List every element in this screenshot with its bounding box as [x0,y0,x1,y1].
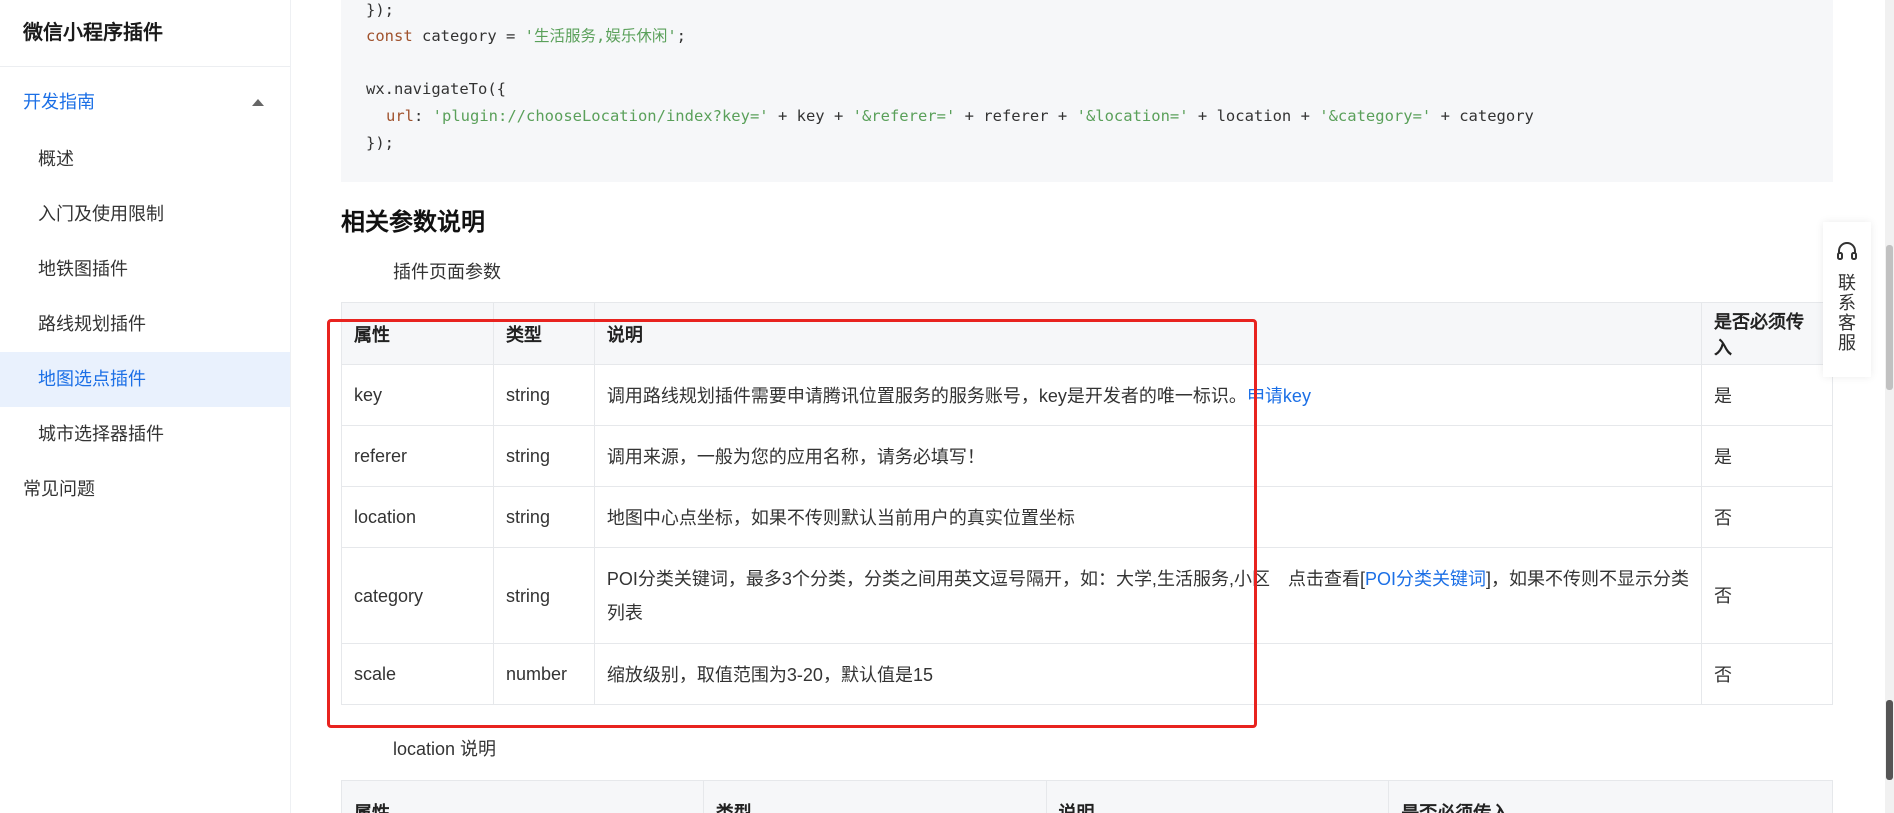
header-desc: 说明 [593,302,1703,365]
sidebar-item-subway-plugin[interactable]: 地铁图插件 [0,242,290,297]
cell-attr: category [341,547,494,644]
cell-desc: 调用路线规划插件需要申请腾讯位置服务的服务账号，key是开发者的唯一标识。申请k… [593,364,1703,426]
location-label: location 说明 [393,739,497,759]
code-block: }); const category = '生活服务,娱乐休闲'; wx.nav… [341,0,1833,182]
scrollbar-indicator [1886,700,1893,780]
code-text: ; [676,27,686,45]
cell-type: number [492,643,595,705]
sidebar-item-location-picker[interactable]: 地图选点插件 [0,352,290,407]
cell-type: string [492,486,595,548]
desc-text: 调用路线规划插件需要申请腾讯位置服务的服务账号，key是开发者的唯一标识。 [606,386,1247,406]
scrollbar-track[interactable] [1885,0,1894,813]
code-string: '&category=' [1319,107,1432,125]
desc-text: POI分类关键词，最多3个分类，分类之间用英文逗号隔开，如：大学,生活服务,小区… [606,568,1365,589]
cell-required: 否 [1701,486,1833,548]
header-required: 是否必须传入 [1388,780,1833,813]
location-table: 属性 类型 说明 是否必须传入 [341,780,1833,813]
table-header-row: 属性 类型 说明 是否必须传入 [341,780,1833,813]
code-line: }); [366,0,394,20]
cell-type: string [492,547,595,644]
cell-desc: 缩放级别，取值范围为3-20，默认值是15 [593,643,1703,705]
code-line: const category = '生活服务,娱乐休闲'; [366,26,686,46]
scrollbar-thumb[interactable] [1886,245,1893,390]
cell-attr: scale [341,643,494,705]
cell-attr: location [341,486,494,548]
sidebar-item-faq[interactable]: 常见问题 [0,462,290,517]
contact-label: 联系客服 [1838,273,1856,353]
cell-attr: key [341,364,494,426]
code-keyword: const [366,27,413,45]
table-header-row: 属性 类型 说明 是否必须传入 [341,302,1833,365]
header-attr: 属性 [341,302,494,365]
code-text: wx.navigateTo({ [366,80,506,98]
code-string: '&referer=' [852,107,956,125]
table-row: category string POI分类关键词，最多3个分类，分类之间用英文逗… [341,547,1833,644]
code-text: + referer + [955,107,1077,125]
code-text: + category [1431,107,1534,125]
code-text: + location + [1188,107,1320,125]
table-row: location string 地图中心点坐标，如果不传则默认当前用户的真实位置… [341,486,1833,548]
code-text: : [414,107,433,125]
code-line: url: 'plugin://chooseLocation/index?key=… [386,106,1534,126]
code-line: wx.navigateTo({ [366,79,506,99]
sidebar: 微信小程序插件 开发指南 概述 入门及使用限制 地铁图插件 路线规划插件 地图选… [0,0,291,813]
cell-desc: POI分类关键词，最多3个分类，分类之间用英文逗号隔开，如：大学,生活服务,小区… [593,547,1703,644]
table-row: referer string 调用来源，一般为您的应用名称，请务必填写！ 是 [341,425,1833,487]
code-string: '&location=' [1076,107,1189,125]
header-type: 类型 [702,780,1047,813]
header-attr: 属性 [341,780,704,813]
table-row: scale number 缩放级别，取值范围为3-20，默认值是15 否 [341,643,1833,705]
code-text: + key + [768,107,853,125]
headset-icon [1837,242,1857,260]
section-title: 相关参数说明 [341,209,485,236]
code-line: }); [366,133,394,153]
cell-type: string [492,364,595,426]
code-text: }); [366,134,394,152]
apply-key-link[interactable]: 申请key [1247,386,1311,406]
sidebar-title: 微信小程序插件 [0,0,290,67]
code-text: category = [412,27,525,45]
sidebar-item-overview[interactable]: 概述 [0,132,290,187]
cell-required: 否 [1701,547,1833,644]
code-string: 'plugin://chooseLocation/index?key=' [432,107,769,125]
table-row: key string 调用路线规划插件需要申请腾讯位置服务的服务账号，key是开… [341,364,1833,426]
main-content: }); const category = '生活服务,娱乐休闲'; wx.nav… [292,0,1894,813]
cell-attr: referer [341,425,494,487]
code-keyword: url [386,107,414,125]
cell-required: 是 [1701,364,1833,426]
plugin-params-label: 插件页面参数 [393,262,501,282]
sidebar-item-route-plugin[interactable]: 路线规划插件 [0,297,290,352]
params-table: 属性 类型 说明 是否必须传入 key string 调用路线规划插件需要申请腾… [341,302,1833,705]
cell-desc: 地图中心点坐标，如果不传则默认当前用户的真实位置坐标 [593,486,1703,548]
cell-desc: 调用来源，一般为您的应用名称，请务必填写！ [593,425,1703,487]
code-string: '生活服务,娱乐休闲' [524,27,677,45]
header-desc: 说明 [1045,780,1390,813]
code-text: }); [366,1,394,19]
sidebar-group-dev-guide[interactable]: 开发指南 [0,72,290,132]
cell-required: 否 [1701,643,1833,705]
sidebar-group-label: 开发指南 [23,92,95,112]
sidebar-item-getting-started[interactable]: 入门及使用限制 [0,187,290,242]
poi-category-link[interactable]: POI分类关键词 [1365,569,1486,589]
caret-up-icon [252,99,264,106]
cell-type: string [492,425,595,487]
header-required: 是否必须传入 [1701,302,1833,365]
sidebar-item-city-selector[interactable]: 城市选择器插件 [0,407,290,462]
header-type: 类型 [492,302,595,365]
cell-required: 是 [1701,425,1833,487]
contact-support-button[interactable]: 联系客服 [1823,222,1871,377]
